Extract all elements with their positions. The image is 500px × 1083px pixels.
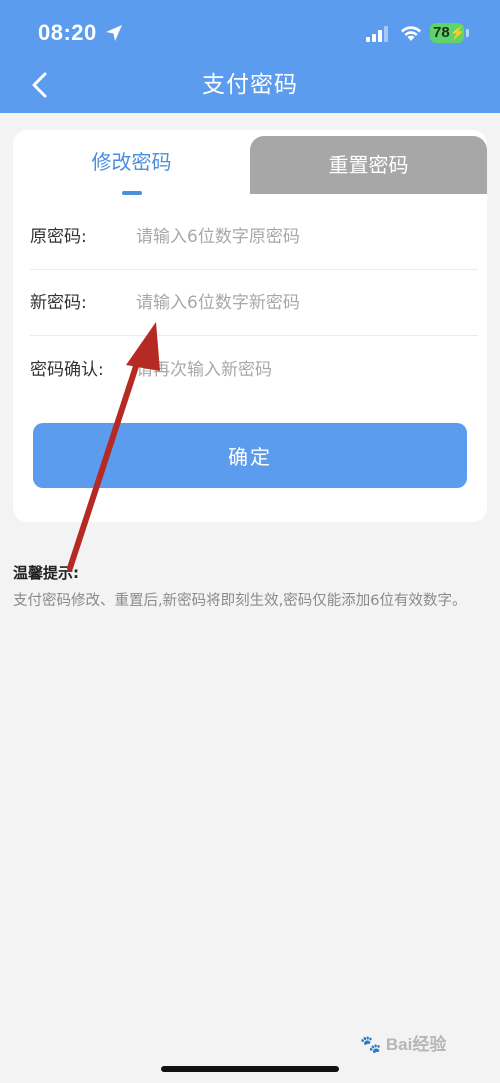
tab-active-indicator	[122, 191, 142, 195]
baidu-watermark: 🐾 Bai经验	[360, 1035, 447, 1054]
status-bar: 08:20 78⚡	[0, 0, 500, 66]
wifi-icon	[401, 26, 421, 41]
new-password-input[interactable]	[136, 285, 466, 321]
battery-level: 78	[433, 24, 450, 41]
battery-charging-icon: 78⚡	[430, 23, 466, 43]
confirm-button[interactable]: 确定	[33, 423, 467, 488]
tips-title: 温馨提示:	[13, 564, 79, 582]
new-password-row: 新密码:	[30, 270, 478, 336]
status-time: 08:20	[38, 20, 97, 45]
tab-reset-password[interactable]: 重置密码	[250, 136, 487, 194]
confirm-password-input[interactable]	[136, 352, 466, 388]
new-password-label: 新密码:	[30, 293, 87, 313]
confirm-password-label: 密码确认:	[30, 360, 104, 380]
battery-cap	[466, 29, 469, 37]
app-header: 08:20 78⚡ 支付密码	[0, 0, 500, 113]
tips-text: 支付密码修改、重置后,新密码将即刻生效,密码仅能添加6位有效数字。	[13, 593, 467, 609]
cellular-signal-icon	[366, 26, 388, 42]
location-arrow-icon	[106, 25, 122, 41]
old-password-row: 原密码:	[30, 204, 478, 270]
old-password-label: 原密码:	[30, 227, 87, 247]
confirm-password-row: 密码确认:	[30, 337, 478, 403]
watermark-text: Bai经验	[385, 1035, 447, 1054]
old-password-input[interactable]	[136, 219, 466, 255]
home-indicator[interactable]	[161, 1066, 339, 1072]
tab-change-password[interactable]: 修改密码	[13, 130, 250, 194]
password-card: 修改密码 重置密码 原密码: 新密码: 密码确认: 确定	[13, 130, 487, 522]
page-title: 支付密码	[202, 72, 298, 98]
